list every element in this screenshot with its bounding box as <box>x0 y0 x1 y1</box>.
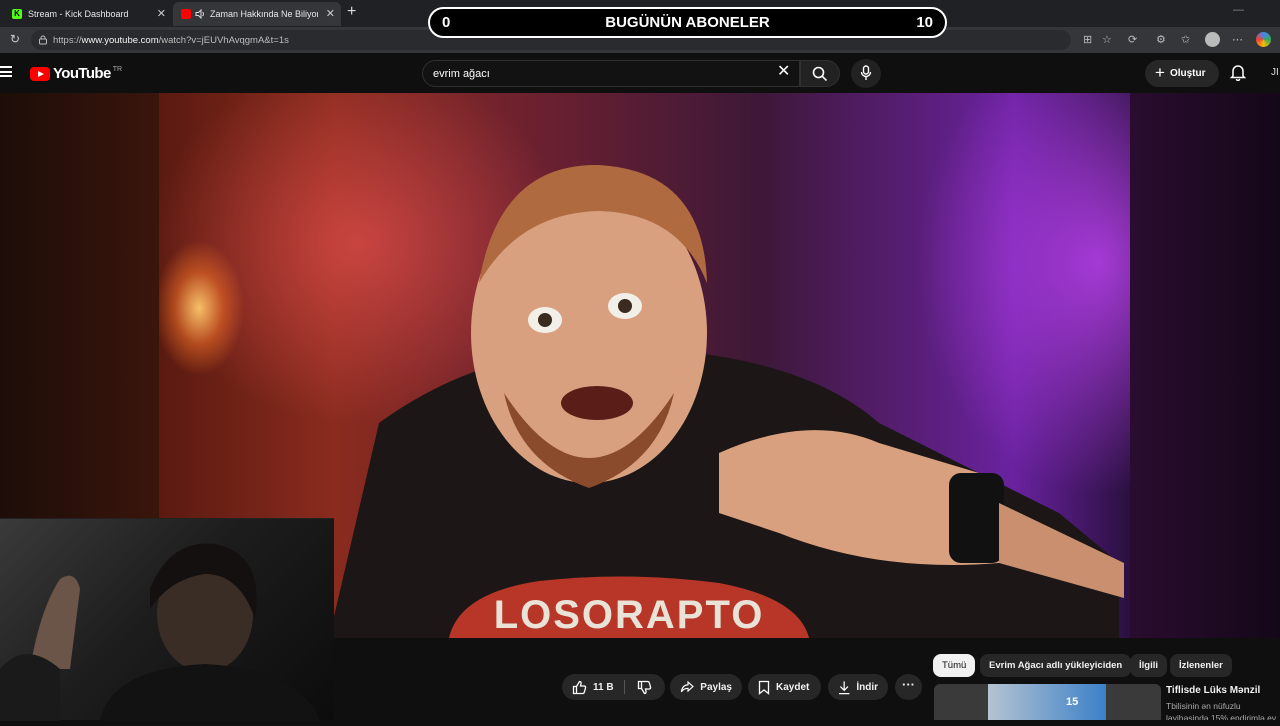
create-label: Oluştur <box>1169 68 1206 79</box>
chip-related[interactable]: İlgili <box>1130 654 1167 677</box>
download-icon <box>838 680 850 694</box>
speaker-icon[interactable] <box>195 9 206 19</box>
account-avatar[interactable]: JI <box>1271 67 1279 78</box>
favorites-icon[interactable]: ✩ <box>1181 33 1190 46</box>
chip-watched[interactable]: İzlenenler <box>1170 654 1232 677</box>
refresh-extension-icon[interactable]: ⟳ <box>1128 33 1137 46</box>
menu-icon[interactable] <box>0 66 12 77</box>
share-button[interactable]: Paylaş <box>670 674 742 700</box>
search-input[interactable]: evrim ağacı <box>422 60 800 87</box>
microphone-icon <box>860 65 872 80</box>
subscriber-goal-target: 10 <box>916 14 933 31</box>
youtube-favicon-icon <box>181 9 191 19</box>
copilot-icon[interactable] <box>1256 32 1271 47</box>
more-actions-button[interactable]: ··· <box>895 674 922 700</box>
site-info-icon[interactable] <box>38 35 48 45</box>
region-code: TR <box>112 66 123 73</box>
new-tab-icon[interactable]: + <box>347 3 356 21</box>
webcam-person <box>0 543 320 721</box>
like-button[interactable]: 11 B <box>562 674 665 700</box>
subscriber-goal-overlay: 0 BUGÜNÜN ABONELER 10 <box>428 7 947 38</box>
download-label: İndir <box>856 681 878 693</box>
save-button[interactable]: Kaydet <box>748 674 821 700</box>
plus-icon: + <box>1155 62 1165 82</box>
save-label: Kaydet <box>776 681 810 693</box>
clear-search-icon[interactable]: ✕ <box>777 64 790 80</box>
url-scheme: https:// <box>53 34 82 46</box>
tab-title: Zaman Hakkında Ne Biliyoruz <box>210 9 318 19</box>
search-button[interactable] <box>800 60 840 87</box>
url-path: /watch?v=jEUVhAvqgmA&t=1s <box>158 34 289 46</box>
svg-text:LOSORAPTO: LOSORAPTO <box>494 593 765 637</box>
browser-tab-kick[interactable]: K Stream - Kick Dashboard ✕ <box>4 2 172 26</box>
like-count: 11 B <box>593 681 614 693</box>
create-button[interactable]: + Oluştur <box>1145 60 1219 87</box>
subscriber-goal-title: BUGÜNÜN ABONELER <box>605 14 770 31</box>
recommendation-title[interactable]: Tiflisde Lüks Mənzil <box>1166 685 1260 696</box>
extensions-icon[interactable]: ⚙ <box>1156 33 1166 46</box>
streamer-webcam <box>0 518 334 721</box>
voice-search-button[interactable] <box>851 59 881 88</box>
notifications-bell-icon[interactable] <box>1230 64 1246 81</box>
ad-image: 15 <box>988 684 1106 720</box>
ambient-backdrop-right <box>1130 93 1280 638</box>
kick-logo-icon: K <box>12 9 22 19</box>
youtube-play-icon <box>30 66 50 81</box>
subscriber-current-count: 0 <box>442 14 451 31</box>
thumbs-up-icon <box>572 680 587 694</box>
youtube-wordmark: YouTube <box>53 65 111 82</box>
share-label: Paylaş <box>700 681 732 693</box>
youtube-logo[interactable]: YouTube TR <box>30 65 122 82</box>
more-options-icon[interactable]: ⋯ <box>1232 33 1243 46</box>
profile-avatar-icon[interactable] <box>1205 32 1220 47</box>
recommendation-description: Tbilisinin ən nüfuzlu layihəsində 15% en… <box>1166 701 1277 720</box>
url-host: www.youtube.com <box>81 34 159 46</box>
chip-from-uploader[interactable]: Evrim Ağacı adlı yükleyiciden <box>980 654 1132 677</box>
close-tab-icon[interactable]: ✕ <box>326 7 335 20</box>
recommendation-thumbnail[interactable]: 15 <box>934 684 1161 720</box>
minimize-icon[interactable]: — <box>1233 4 1244 16</box>
search-icon <box>812 66 828 82</box>
download-button[interactable]: İndir <box>828 674 888 700</box>
chip-all[interactable]: Tümü <box>933 654 976 677</box>
reload-icon[interactable]: ↻ <box>10 32 20 46</box>
share-icon <box>680 680 694 693</box>
search-query: evrim ağacı <box>433 67 490 80</box>
divider <box>624 680 625 694</box>
youtube-header: YouTube TR evrim ağacı ✕ + Oluştur JI <box>0 53 1280 93</box>
favorite-star-icon[interactable]: ☆ <box>1102 33 1112 46</box>
tab-title: Stream - Kick Dashboard <box>28 9 129 19</box>
close-tab-icon[interactable]: ✕ <box>157 7 166 20</box>
thumbs-down-icon[interactable] <box>637 680 652 695</box>
bookmark-icon <box>758 680 770 695</box>
browser-tab-youtube[interactable]: Zaman Hakkında Ne Biliyoruz ✕ <box>173 2 341 26</box>
app-available-icon[interactable]: ⊞ <box>1083 33 1092 46</box>
thumbnail-text: 15 <box>1066 696 1079 708</box>
